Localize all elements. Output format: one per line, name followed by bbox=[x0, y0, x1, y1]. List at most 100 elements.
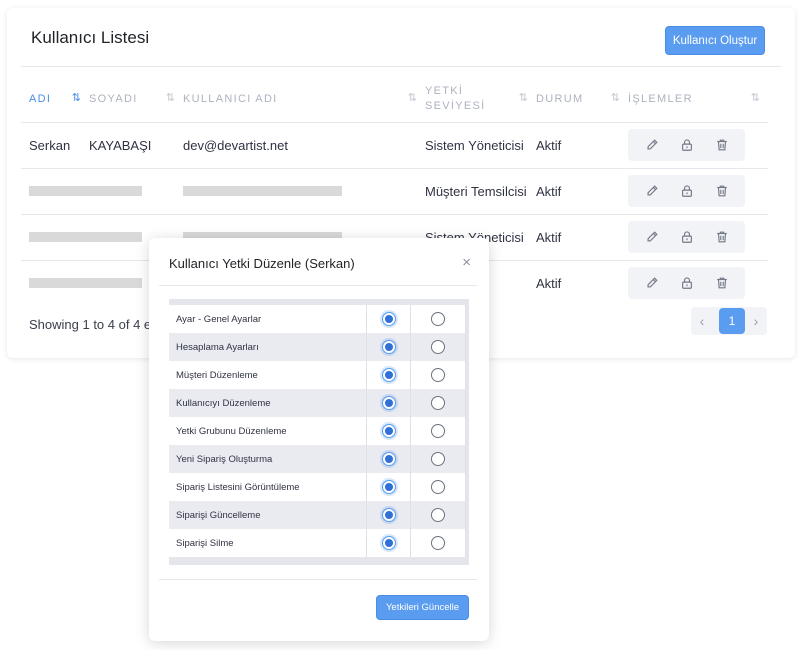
lock-icon[interactable] bbox=[679, 275, 695, 291]
pagination: ‹ 1 › bbox=[691, 307, 767, 335]
permission-option-cell bbox=[366, 361, 412, 389]
trash-icon[interactable] bbox=[714, 137, 730, 153]
radio-selected[interactable] bbox=[381, 396, 396, 410]
permission-option-cell bbox=[366, 445, 412, 473]
permission-name: Yeni Sipariş Oluşturma bbox=[169, 445, 368, 473]
cell-username-redacted bbox=[183, 167, 425, 214]
permissions-table: Ayar - Genel Ayarlar Hesaplama Ayarları Mü… bbox=[169, 305, 466, 557]
row-actions bbox=[628, 221, 745, 253]
pencil-icon[interactable] bbox=[644, 275, 660, 291]
permission-option-cell bbox=[366, 417, 412, 445]
page-button-1[interactable]: 1 bbox=[719, 308, 745, 334]
sort-icon[interactable]: ⇅ bbox=[611, 91, 620, 104]
cell-username: dev@devartist.net bbox=[183, 121, 425, 168]
permission-name: Hesaplama Ayarları bbox=[169, 333, 368, 361]
radio-selected[interactable] bbox=[381, 536, 396, 550]
pencil-icon[interactable] bbox=[644, 183, 660, 199]
radio-unselected[interactable] bbox=[431, 536, 446, 550]
permission-option-cell bbox=[366, 389, 412, 417]
trash-icon[interactable] bbox=[714, 183, 730, 199]
sort-icon[interactable]: ⇅ bbox=[72, 91, 81, 104]
lock-icon[interactable] bbox=[679, 229, 695, 245]
pencil-icon[interactable] bbox=[644, 229, 660, 245]
column-header-username[interactable]: KULLANICI ADI ⇅ bbox=[183, 76, 425, 122]
sort-icon[interactable]: ⇅ bbox=[166, 91, 175, 104]
radio-unselected[interactable] bbox=[431, 480, 446, 494]
radio-unselected[interactable] bbox=[431, 508, 446, 522]
cell-status: Aktif bbox=[536, 167, 628, 214]
cell-status: Aktif bbox=[536, 259, 628, 306]
sort-icon[interactable]: ⇅ bbox=[408, 91, 417, 104]
permission-name: Siparişi Silme bbox=[169, 529, 368, 557]
column-header-last-name[interactable]: SOYADI ⇅ bbox=[89, 76, 183, 122]
radio-unselected[interactable] bbox=[431, 368, 446, 382]
lock-icon[interactable] bbox=[679, 183, 695, 199]
column-header-role[interactable]: YETKİ SEVİYESİ ⇅ bbox=[425, 76, 536, 122]
pagination-info: Showing 1 to 4 of 4 en bbox=[29, 317, 159, 332]
radio-selected[interactable] bbox=[381, 340, 396, 354]
lock-icon[interactable] bbox=[679, 137, 695, 153]
permission-option-cell bbox=[366, 305, 412, 333]
radio-unselected[interactable] bbox=[431, 424, 446, 438]
pencil-icon[interactable] bbox=[644, 137, 660, 153]
redacted-bar bbox=[183, 185, 342, 196]
radio-unselected[interactable] bbox=[431, 452, 446, 466]
prev-page-button[interactable]: ‹ bbox=[693, 311, 711, 331]
radio-selected[interactable] bbox=[381, 312, 396, 326]
permission-option-cell bbox=[410, 529, 466, 557]
cell-role: Müşteri Temsilcisi bbox=[425, 167, 536, 214]
permission-option-cell bbox=[410, 417, 466, 445]
permission-name: Sipariş Listesini Görüntüleme bbox=[169, 473, 368, 501]
update-permissions-button[interactable]: Yetkileri Güncelle bbox=[376, 595, 469, 620]
cell-actions bbox=[628, 167, 768, 214]
trash-icon[interactable] bbox=[714, 275, 730, 291]
table-header-row: ADI ⇅ SOYADI ⇅ KULLANICI ADI ⇅ YETKİ SEVİYE… bbox=[21, 76, 768, 122]
permission-option-cell bbox=[410, 305, 466, 333]
radio-selected[interactable] bbox=[381, 452, 396, 466]
permission-row: Kullanıcıyı Düzenleme bbox=[169, 389, 466, 417]
trash-icon[interactable] bbox=[714, 229, 730, 245]
sort-icon[interactable]: ⇅ bbox=[519, 91, 528, 104]
cell-actions bbox=[628, 259, 768, 306]
column-header-status[interactable]: DURUM ⇅ bbox=[536, 76, 628, 122]
modal-title: Kullanıcı Yetki Düzenle (Serkan) bbox=[169, 256, 355, 271]
permission-name: Siparişi Güncelleme bbox=[169, 501, 368, 529]
permission-name: Müşteri Düzenleme bbox=[169, 361, 368, 389]
cell-status: Aktif bbox=[536, 121, 628, 168]
close-icon[interactable]: × bbox=[462, 254, 471, 271]
radio-unselected[interactable] bbox=[431, 312, 446, 326]
permission-name: Ayar - Genel Ayarlar bbox=[169, 305, 368, 333]
radio-unselected[interactable] bbox=[431, 340, 446, 354]
permission-option-cell bbox=[410, 361, 466, 389]
permission-row: Yetki Grubunu Düzenleme bbox=[169, 417, 466, 445]
divider bbox=[159, 285, 477, 286]
permission-row: Müşteri Düzenleme bbox=[169, 361, 466, 389]
permission-option-cell bbox=[410, 473, 466, 501]
permission-option-cell bbox=[410, 501, 466, 529]
create-user-button[interactable]: Kullanıcı Oluştur bbox=[665, 26, 765, 55]
permission-row: Hesaplama Ayarları bbox=[169, 333, 466, 361]
permission-row: Ayar - Genel Ayarlar bbox=[169, 305, 466, 333]
radio-selected[interactable] bbox=[381, 480, 396, 494]
table-row: Serkan KAYABAŞI dev@devartist.net Sistem… bbox=[21, 121, 768, 168]
radio-selected[interactable] bbox=[381, 508, 396, 522]
cell-actions bbox=[628, 213, 768, 260]
sort-icon[interactable]: ⇅ bbox=[751, 91, 760, 104]
permission-row: Yeni Sipariş Oluşturma bbox=[169, 445, 466, 473]
divider bbox=[21, 66, 781, 67]
radio-selected[interactable] bbox=[381, 368, 396, 382]
column-header-first-name[interactable]: ADI ⇅ bbox=[21, 76, 89, 122]
column-header-actions[interactable]: İŞLEMLER ⇅ bbox=[628, 76, 768, 122]
redacted-bar bbox=[29, 185, 142, 196]
page-title: Kullanıcı Listesi bbox=[31, 28, 150, 47]
next-page-button[interactable]: › bbox=[747, 311, 765, 331]
edit-permissions-modal: Kullanıcı Yetki Düzenle (Serkan) × Ayar … bbox=[149, 238, 489, 641]
cell-status: Aktif bbox=[536, 213, 628, 260]
radio-unselected[interactable] bbox=[431, 396, 446, 410]
permission-option-cell bbox=[410, 445, 466, 473]
permissions-table-container[interactable]: Ayar - Genel Ayarlar Hesaplama Ayarları Mü… bbox=[169, 299, 469, 565]
permission-name: Yetki Grubunu Düzenleme bbox=[169, 417, 368, 445]
radio-selected[interactable] bbox=[381, 424, 396, 438]
permission-option-cell bbox=[366, 473, 412, 501]
row-actions bbox=[628, 129, 745, 161]
